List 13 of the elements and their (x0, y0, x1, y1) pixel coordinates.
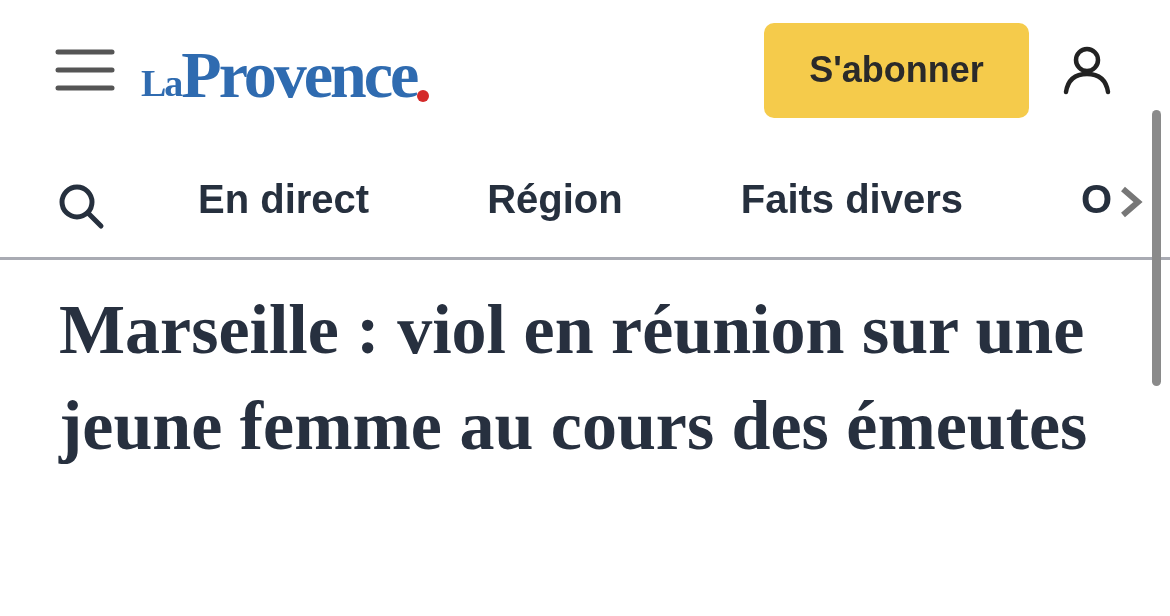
account-icon[interactable] (1062, 45, 1112, 95)
article-headline: Marseille : viol en réunion sur une jeune femme au cours des émeutes (57, 290, 1089, 466)
subscribe-button[interactable]: S'abonner (764, 22, 1029, 118)
nav-link[interactable]: Faits divers (740, 168, 964, 229)
nav-link[interactable]: Région (487, 168, 623, 229)
menu-icon[interactable] (55, 49, 115, 91)
logo-name: Provence (181, 42, 417, 108)
chevron-right-icon[interactable] (1118, 186, 1144, 218)
logo-prefix: La (141, 64, 182, 102)
scrollbar-icon (1152, 110, 1161, 386)
nav-link[interactable]: O (1081, 168, 1113, 229)
nav-link[interactable]: En direct (198, 168, 370, 229)
logo-dot-icon (417, 90, 430, 102)
